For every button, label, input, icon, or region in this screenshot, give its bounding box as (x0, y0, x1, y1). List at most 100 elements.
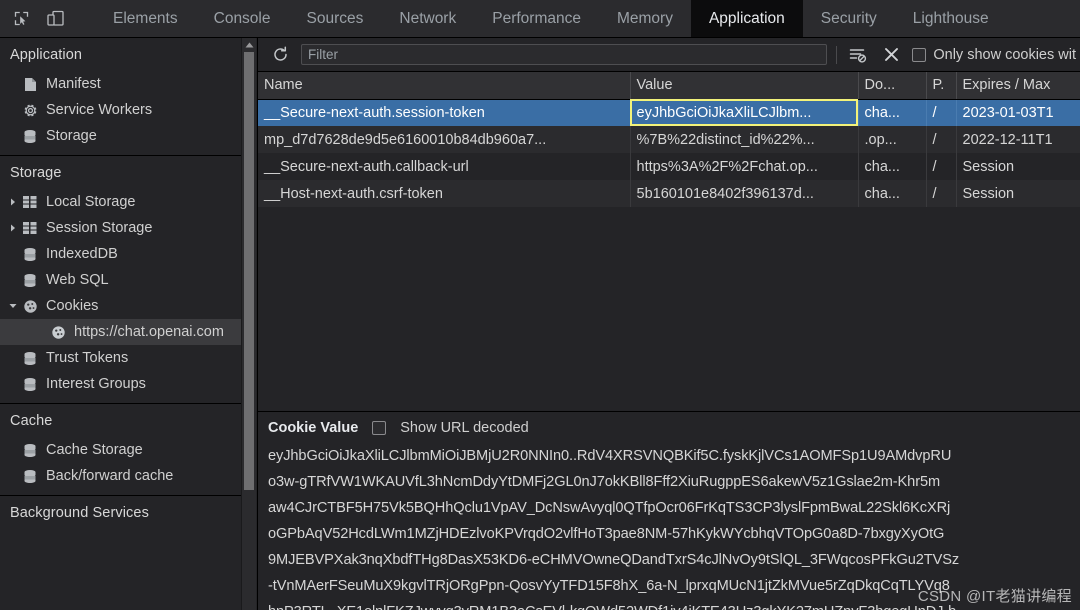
cookie-value-body[interactable]: eyJhbGciOiJkaXliLCJlbmMiOiJBMjU2R0NNIn0.… (258, 443, 1080, 610)
inspect-element-icon[interactable] (10, 8, 32, 30)
sidebar-section-cache: Cache Cache Storage Back/forward cache (0, 404, 241, 496)
filter-clear-icon[interactable] (846, 43, 870, 67)
sidebar-item-label: Cookies (46, 298, 99, 314)
table-row[interactable]: mp_d7d7628de9d5e6160010b84db960a7... %7B… (258, 126, 1080, 153)
database-icon (20, 273, 40, 288)
cell-expires[interactable]: 2023-01-03T1 (956, 99, 1080, 126)
sidebar-section-application: Application Manifest Service Workers Sto… (0, 38, 241, 156)
sidebar-item-label: https://chat.openai.com (74, 324, 224, 340)
sidebar-item-local-storage[interactable]: Local Storage (0, 189, 241, 215)
database-icon (20, 443, 40, 458)
devtools-tabbar: Elements Console Sources Network Perform… (0, 0, 1080, 38)
scroll-up-arrow-icon[interactable] (242, 38, 256, 52)
column-header-expires[interactable]: Expires / Max (956, 72, 1080, 100)
cell-value[interactable]: https%3A%2F%2Fchat.op... (630, 153, 859, 180)
cookie-icon (20, 299, 40, 314)
panel-tabs: Elements Console Sources Network Perform… (95, 0, 1080, 37)
cell-domain[interactable]: .op... (858, 126, 927, 153)
database-icon (20, 129, 40, 144)
tab-sources[interactable]: Sources (289, 0, 382, 37)
sidebar-item-session-storage[interactable]: Session Storage (0, 215, 241, 241)
cell-value[interactable]: 5b160101e8402f396137d... (630, 180, 859, 207)
sidebar-item-label: Session Storage (46, 220, 153, 236)
sidebar-item-interest-groups[interactable]: Interest Groups (0, 371, 241, 397)
sidebar-section-title: Storage (10, 165, 62, 181)
sidebar-scrollbar[interactable] (241, 38, 256, 610)
cell-path[interactable]: / (926, 180, 957, 207)
cell-expires[interactable]: 2022-12-11T1 (956, 126, 1080, 153)
sidebar-item-label: Storage (46, 128, 97, 144)
gear-icon (20, 103, 40, 118)
cell-name[interactable]: mp_d7d7628de9d5e6160010b84db960a7... (258, 126, 631, 153)
column-header-domain[interactable]: Do... (858, 72, 927, 100)
cell-name[interactable]: __Host-next-auth.csrf-token (258, 180, 631, 207)
tab-network[interactable]: Network (381, 0, 474, 37)
sidebar-item-service-workers[interactable]: Service Workers (0, 97, 241, 123)
tab-memory[interactable]: Memory (599, 0, 691, 37)
cell-name[interactable]: __Secure-next-auth.session-token (258, 99, 631, 126)
cell-domain[interactable]: cha... (858, 153, 927, 180)
cell-expires[interactable]: Session (956, 180, 1080, 207)
table-row[interactable]: __Secure-next-auth.session-token eyJhbGc… (258, 99, 1080, 126)
refresh-icon[interactable] (268, 43, 292, 67)
sidebar-item-indexeddb[interactable]: IndexedDB (0, 241, 241, 267)
sidebar-section-title: Cache (10, 413, 53, 429)
column-header-path[interactable]: P. (926, 72, 957, 100)
sidebar-item-manifest[interactable]: Manifest (0, 71, 241, 97)
sidebar-item-label: IndexedDB (46, 246, 118, 262)
cell-value[interactable]: eyJhbGciOiJkaXliLCJlbm... (630, 99, 859, 126)
cell-expires[interactable]: Session (956, 153, 1080, 180)
sidebar-item-cookie-origin[interactable]: https://chat.openai.com (0, 319, 241, 345)
sidebar-item-label: Service Workers (46, 102, 153, 118)
chevron-right-icon[interactable] (6, 224, 20, 232)
sidebar-item-label: Web SQL (46, 272, 109, 288)
tab-application[interactable]: Application (690, 0, 803, 37)
cell-value[interactable]: %7B%22distinct_id%22%... (630, 126, 859, 153)
sidebar-section-storage: Storage Local Storage Session Storage In… (0, 156, 241, 404)
sidebar-item-trust-tokens[interactable]: Trust Tokens (0, 345, 241, 371)
show-url-decoded-checkbox[interactable] (372, 420, 387, 435)
clear-all-cookies-icon[interactable] (879, 43, 903, 67)
tab-elements[interactable]: Elements (95, 0, 196, 37)
database-icon (20, 351, 40, 366)
cookie-icon (48, 325, 68, 340)
sidebar-item-label: Cache Storage (46, 442, 143, 458)
cell-path[interactable]: / (926, 99, 957, 126)
sidebar-item-storage[interactable]: Storage (0, 123, 241, 149)
cell-domain[interactable]: cha... (858, 180, 927, 207)
sidebar-item-cache-storage[interactable]: Cache Storage (0, 437, 241, 463)
application-sidebar: Application Manifest Service Workers Sto… (0, 38, 258, 610)
devtools-tool-icons (0, 0, 95, 37)
sidebar-scrollbar-thumb[interactable] (244, 52, 254, 490)
cell-domain[interactable]: cha... (858, 99, 927, 126)
sidebar-item-label: Local Storage (46, 194, 136, 210)
table-header-row: Name Value Do... P. Expires / Max (258, 72, 1080, 100)
cookies-table-container[interactable]: Name Value Do... P. Expires / Max __Secu… (258, 72, 1080, 412)
column-header-value[interactable]: Value (630, 72, 859, 100)
table-row[interactable]: __Host-next-auth.csrf-token 5b160101e840… (258, 180, 1080, 207)
filter-input[interactable] (301, 44, 828, 65)
column-header-name[interactable]: Name (258, 72, 631, 100)
sidebar-item-web-sql[interactable]: Web SQL (0, 267, 241, 293)
chevron-right-icon[interactable] (6, 198, 20, 206)
cookies-panel: Only show cookies wit Name Value Do... P… (258, 38, 1080, 610)
cell-path[interactable]: / (926, 126, 957, 153)
chevron-down-icon[interactable] (6, 302, 20, 310)
cell-name[interactable]: __Secure-next-auth.callback-url (258, 153, 631, 180)
cell-path[interactable]: / (926, 153, 957, 180)
device-toolbar-icon[interactable] (44, 8, 66, 30)
tab-lighthouse[interactable]: Lighthouse (895, 0, 1007, 37)
cookie-value-line: hnP3RTL_XE1elnlFKZJwyvq3yRM1B3aCsEVl-kqO… (268, 599, 1076, 610)
cookie-value-line: oGPbAqV52HcdLWm1MZjHDEzlvoKPVrqdO2vlfHoT… (268, 526, 945, 542)
tab-security[interactable]: Security (803, 0, 895, 37)
cookie-value-line: o3w-gTRfVW1WKAUVfL3hNcmDdyYtDMFj2GL0nJ7o… (268, 474, 941, 490)
tab-console[interactable]: Console (196, 0, 289, 37)
tab-performance[interactable]: Performance (474, 0, 599, 37)
sidebar-item-back-forward-cache[interactable]: Back/forward cache (0, 463, 241, 489)
devtools-body: Application Manifest Service Workers Sto… (0, 38, 1080, 610)
only-show-cookies-checkbox[interactable] (912, 47, 927, 62)
table-row[interactable]: __Secure-next-auth.callback-url https%3A… (258, 153, 1080, 180)
sidebar-item-cookies[interactable]: Cookies (0, 293, 241, 319)
sidebar-section-title: Background Services (10, 505, 149, 521)
only-show-cookies-with-issues-row[interactable]: Only show cookies wit (912, 47, 1080, 63)
